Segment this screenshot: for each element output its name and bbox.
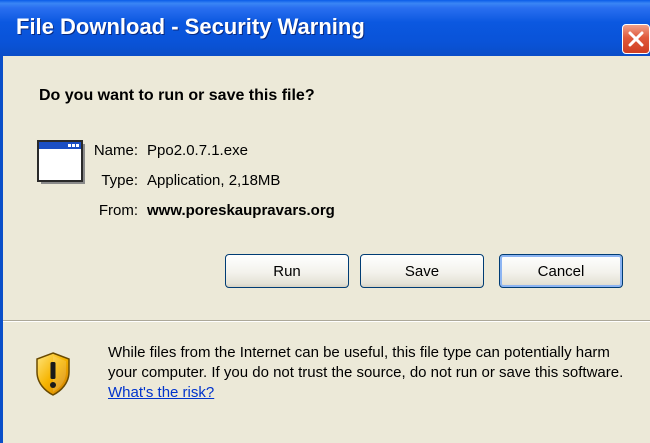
- run-button[interactable]: Run: [225, 254, 349, 288]
- file-source-label: From:: [98, 202, 138, 219]
- security-warning-message: While files from the Internet can be use…: [108, 343, 638, 403]
- security-shield-icon: [36, 352, 70, 396]
- window-title: File Download - Security Warning: [16, 14, 365, 39]
- cancel-button[interactable]: Cancel: [499, 254, 623, 288]
- file-download-dialog: File Download - Security Warning Do you …: [0, 0, 650, 443]
- file-type-value: Application, 2,18MB: [147, 172, 281, 189]
- download-details-panel: Do you want to run or save this file? Na…: [3, 56, 650, 320]
- file-name-value: Ppo2.0.7.1.exe: [147, 142, 248, 159]
- whats-the-risk-link[interactable]: What's the risk?: [108, 384, 214, 401]
- title-bar[interactable]: File Download - Security Warning: [0, 0, 650, 56]
- warning-text: While files from the Internet can be use…: [108, 344, 624, 381]
- save-button[interactable]: Save: [360, 254, 484, 288]
- file-source-value: www.poreskaupravars.org: [147, 202, 335, 219]
- dialog-heading: Do you want to run or save this file?: [39, 87, 315, 104]
- close-icon: [628, 31, 644, 47]
- file-name-label: Name:: [93, 142, 138, 159]
- file-type-label: Type:: [101, 172, 138, 189]
- close-button[interactable]: [622, 24, 650, 54]
- security-warning-panel: While files from the Internet can be use…: [3, 322, 650, 443]
